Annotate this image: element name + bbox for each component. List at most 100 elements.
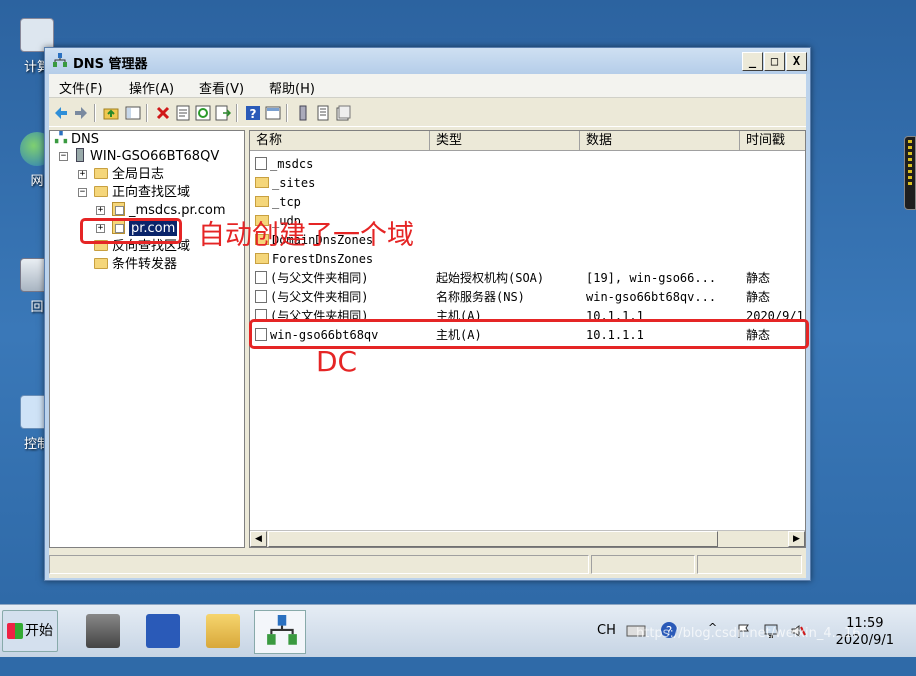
window-title: DNS 管理器 (73, 57, 148, 72)
column-header-data[interactable]: 数据 (580, 131, 740, 151)
table-row[interactable]: (与父文件夹相同) 名称服务器(NS) win-gso66bt68qv... 静态 (250, 288, 805, 307)
close-button[interactable]: X (786, 52, 807, 71)
taskbar-app-explorer[interactable] (196, 610, 248, 654)
cell-data: [19], win-gso66... (586, 269, 716, 288)
show-tree-icon[interactable] (125, 105, 141, 121)
zone-icon (255, 157, 267, 170)
tree-pane[interactable]: DNS − WIN-GSO66BT68QV + 全局日志 − 正向查找区域 + … (49, 130, 245, 548)
menu-help[interactable]: 帮助(H) (269, 78, 315, 97)
column-header-name[interactable]: 名称 (250, 131, 430, 151)
delete-icon[interactable] (155, 105, 171, 121)
expand-icon[interactable]: + (96, 206, 105, 215)
cell-text: win-gso66bt68qv... (586, 290, 717, 304)
collapse-icon[interactable]: − (78, 188, 87, 197)
cell-text: [19], win-gso66... (586, 271, 717, 285)
status-segment (697, 555, 802, 574)
gadget-strip[interactable] (904, 136, 916, 210)
tree-node-conditional-forwarders[interactable]: 条件转发器 (94, 256, 177, 274)
folder-icon (94, 186, 108, 197)
maximize-button[interactable]: □ (764, 52, 785, 71)
forward-icon[interactable] (73, 105, 89, 121)
show-pane-icon[interactable] (265, 105, 281, 121)
tree-node-global-logs[interactable]: 全局日志 (94, 166, 164, 184)
refresh-icon[interactable] (195, 105, 211, 121)
powershell-icon (146, 614, 180, 648)
collapse-icon[interactable]: − (59, 152, 68, 161)
expand-icon[interactable]: + (78, 170, 87, 179)
folder-icon (206, 614, 240, 648)
record-icon (255, 290, 267, 303)
properties-icon[interactable] (175, 105, 191, 121)
folder-icon (255, 253, 269, 264)
scroll-left-icon[interactable]: ◀ (250, 531, 267, 547)
table-row[interactable]: ForestDnsZones (250, 250, 805, 269)
menu-action[interactable]: 操作(A) (129, 78, 174, 97)
server-icon[interactable] (295, 105, 311, 121)
folder-icon (94, 258, 108, 269)
taskbar-app-dns-active[interactable] (254, 610, 306, 654)
folder-icon (255, 196, 269, 207)
status-segment (591, 555, 695, 574)
column-header-type[interactable]: 类型 (430, 131, 580, 151)
cell-text: _sites (272, 176, 316, 190)
dns-app-icon (53, 53, 67, 67)
table-row[interactable]: (与父文件夹相同) 起始授权机构(SOA) [19], win-gso66... 静态 (250, 269, 805, 288)
tree-label: WIN-GSO66BT68QV (90, 149, 220, 164)
title-bar[interactable]: DNS 管理器 _ □ X (45, 48, 810, 74)
watermark: https://blog.csdn.net/weixin_4...16 (636, 626, 861, 641)
cell-text: 静态 (746, 290, 771, 304)
scroll-right-icon[interactable]: ▶ (788, 531, 805, 547)
up-folder-icon[interactable] (103, 105, 119, 121)
cell-text: (与父文件夹相同) (270, 271, 369, 285)
desktop-icon-label: 网 (30, 174, 44, 189)
cell-text: ForestDnsZones (272, 252, 374, 266)
scroll-thumb[interactable] (268, 531, 718, 547)
annotation-box-pr-com (80, 218, 182, 244)
toolbar: ? (49, 99, 806, 127)
table-row[interactable]: _msdcs (250, 155, 805, 174)
record-icon[interactable] (315, 105, 331, 121)
tree-node-server[interactable]: WIN-GSO66BT68QV (76, 148, 219, 166)
start-button[interactable]: 开始 (2, 610, 58, 652)
taskbar-app-powershell[interactable] (136, 610, 188, 654)
annotation-auto-domain: 自动创建了一个域 (198, 220, 414, 251)
menu-file[interactable]: 文件(F) (59, 78, 103, 97)
desktop-icon-label: 回 (30, 300, 44, 315)
column-header-timestamp[interactable]: 时间戳 (740, 131, 805, 151)
cell-name: _tcp (255, 193, 301, 212)
status-bar (49, 553, 806, 575)
minimize-button[interactable]: _ (742, 52, 763, 71)
folder-icon (94, 168, 108, 179)
cell-text: 起始授权机构(SOA) (436, 271, 545, 285)
cell-name: _msdcs (255, 155, 313, 174)
horizontal-scrollbar[interactable]: ◀ ▶ (250, 530, 805, 547)
table-row[interactable]: _sites (250, 174, 805, 193)
table-row[interactable]: _tcp (250, 193, 805, 212)
language-indicator[interactable]: CH (597, 623, 616, 676)
annotation-dc: DC (316, 345, 358, 378)
status-segment (49, 555, 589, 574)
tree-node-dns[interactable]: DNS (54, 131, 99, 149)
export-list-icon[interactable] (215, 105, 231, 121)
menu-bar: 文件(F) 操作(A) 查看(V) 帮助(H) (49, 74, 806, 98)
server-manager-icon (86, 614, 120, 648)
tree-label: DNS (71, 132, 99, 147)
cell-text: _tcp (272, 195, 301, 209)
cell-text: 静态 (746, 271, 771, 285)
tree-label: 正向查找区域 (112, 185, 191, 200)
record-icon (255, 271, 267, 284)
server-icon (76, 148, 84, 162)
dns-icon (267, 615, 297, 645)
dns-icon (54, 131, 68, 144)
zone-icon[interactable] (335, 105, 351, 121)
cell-time: 静态 (746, 269, 770, 288)
zone-icon (112, 202, 125, 216)
tree-label: 条件转发器 (112, 257, 178, 272)
taskbar-app-server-manager[interactable] (76, 610, 128, 654)
cell-name: _sites (255, 174, 315, 193)
tree-node-forward-zones[interactable]: 正向查找区域 (94, 184, 190, 202)
cell-name: (与父文件夹相同) (255, 288, 368, 307)
back-icon[interactable] (53, 105, 69, 121)
menu-view[interactable]: 查看(V) (199, 78, 244, 97)
help-icon[interactable]: ? (245, 105, 261, 121)
